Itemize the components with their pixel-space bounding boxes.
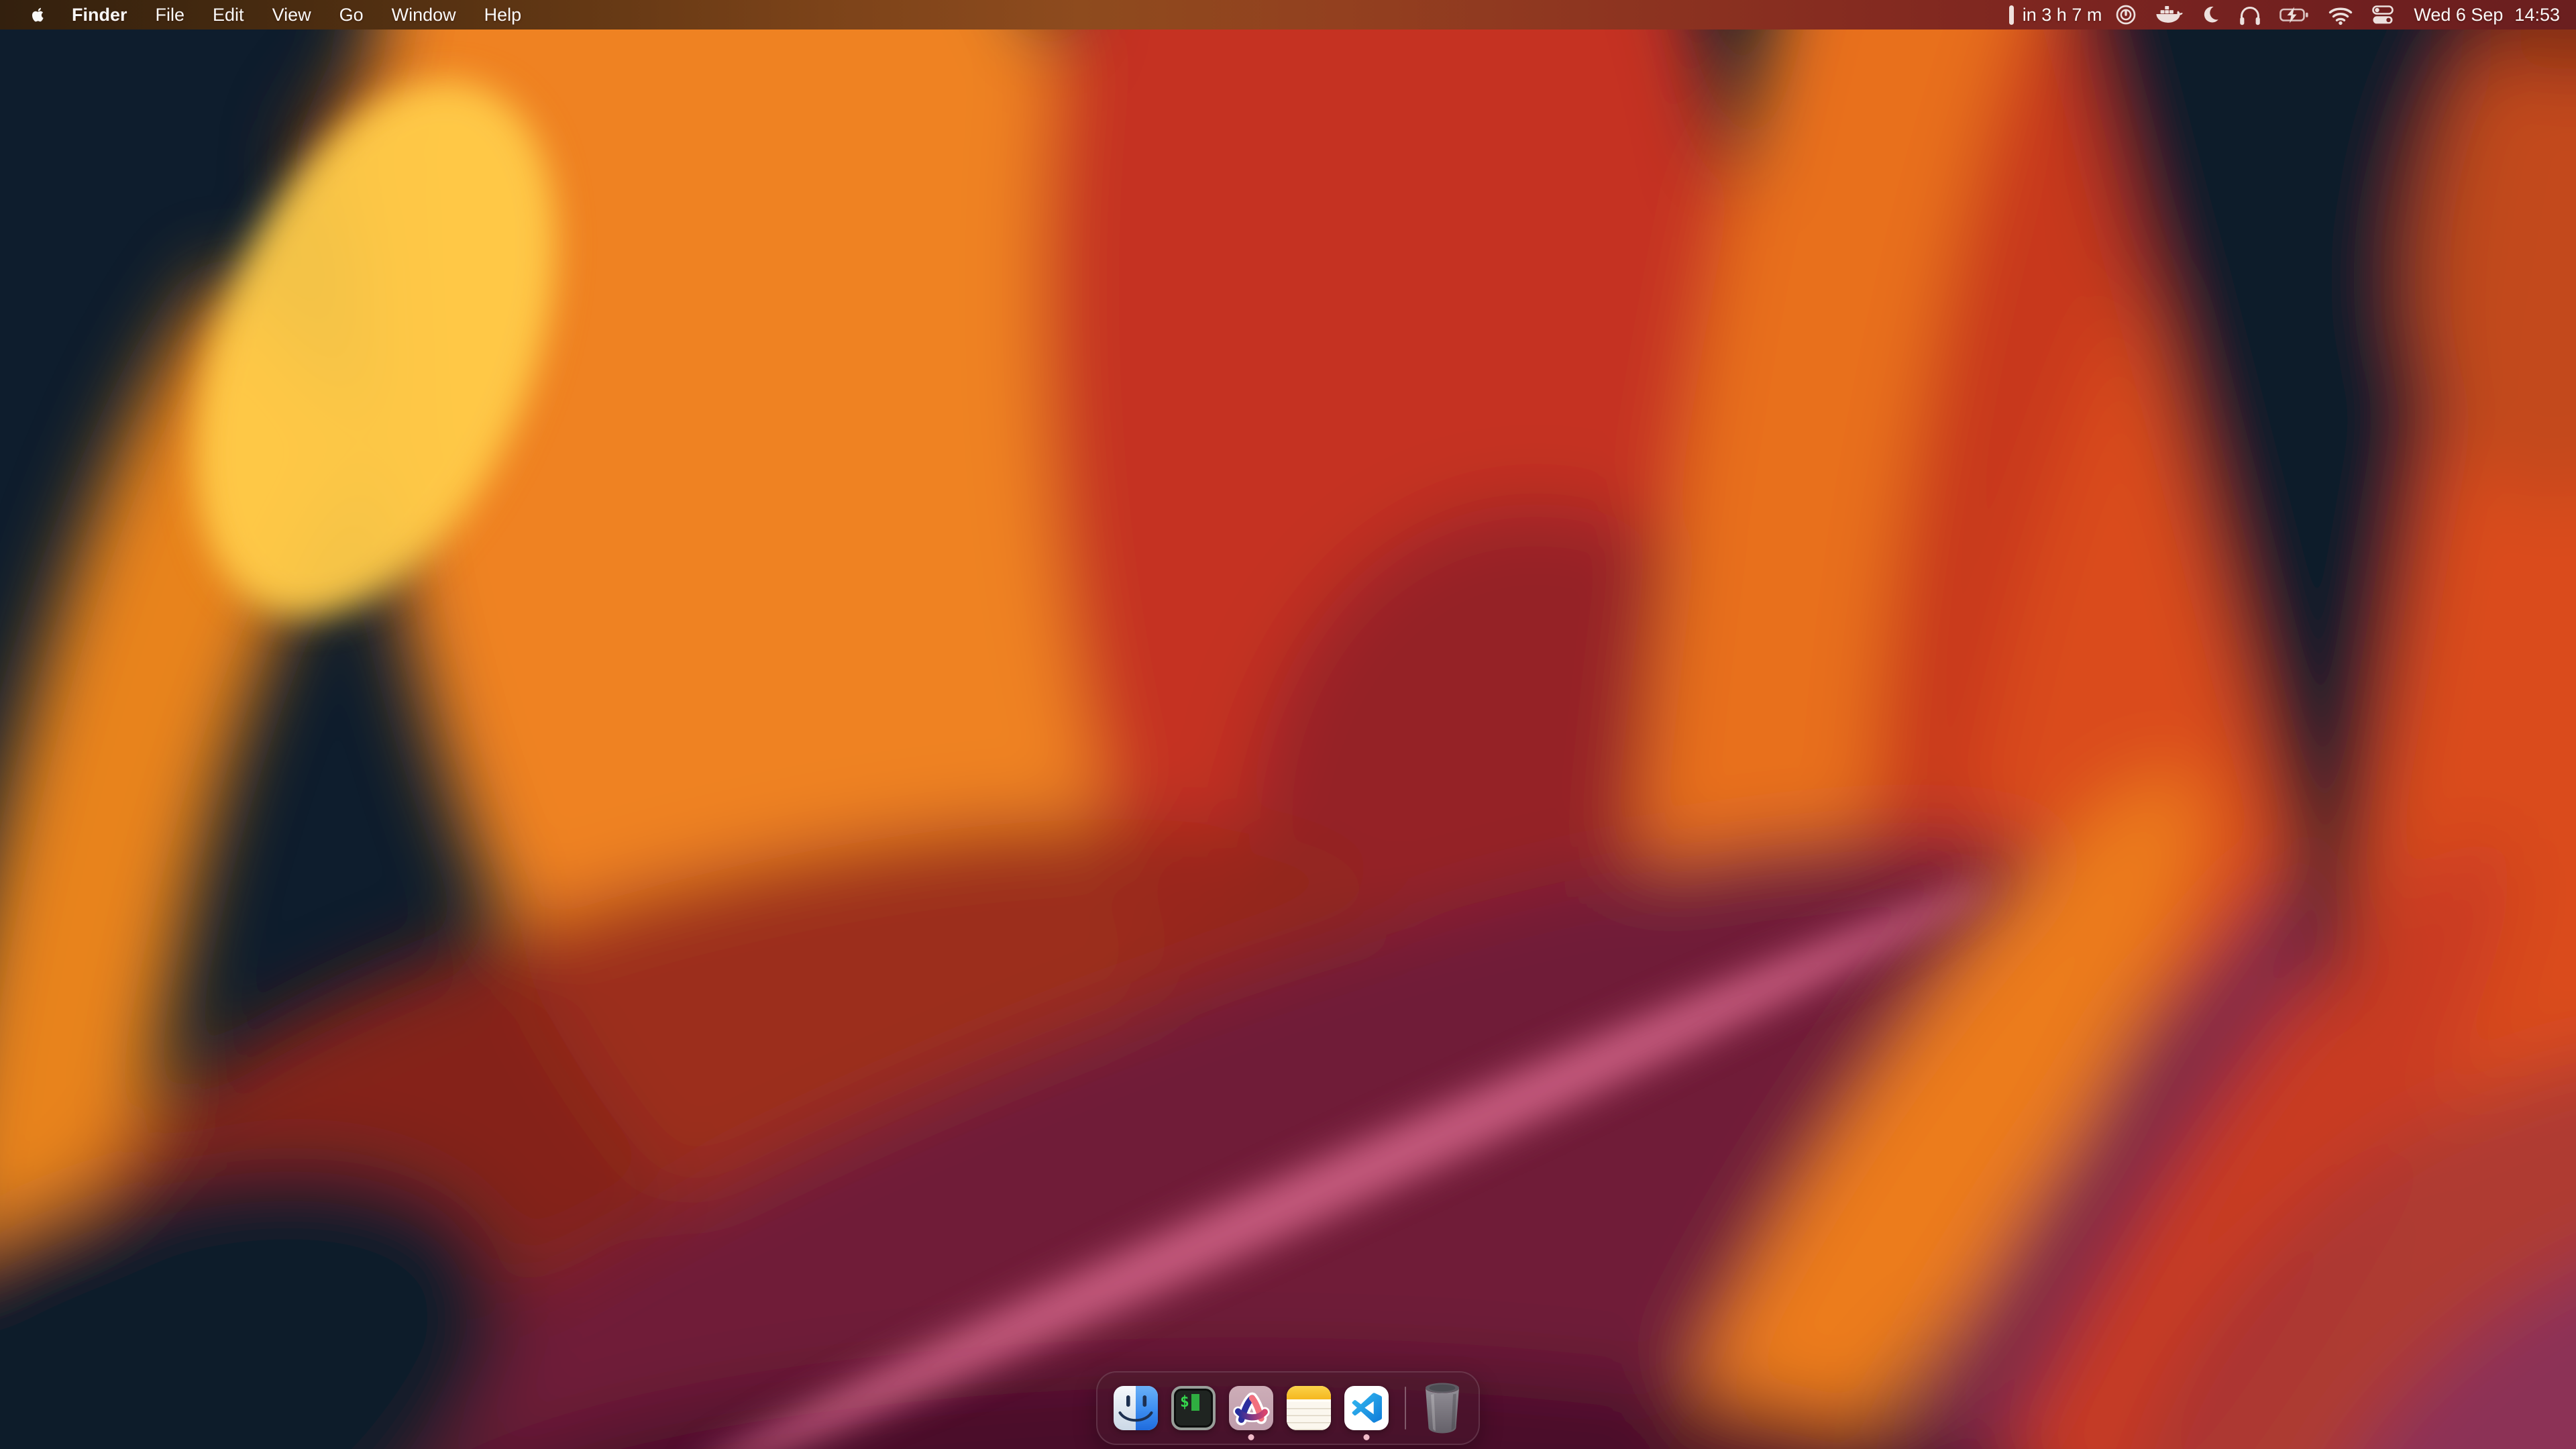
headphones-icon[interactable] xyxy=(2238,0,2262,30)
terminal-screen: $ xyxy=(1180,1394,1199,1411)
menu-item-help[interactable]: Help xyxy=(470,0,536,30)
menu-bar-clock[interactable]: Wed 6 Sep 14:53 xyxy=(2414,5,2560,25)
clock-date: Wed 6 Sep xyxy=(2414,5,2503,25)
notes-yellow-header xyxy=(1287,1386,1331,1399)
menu-bar-left: Finder File Edit View Go Window Help xyxy=(0,0,535,30)
dock: $ xyxy=(1096,1371,1480,1445)
trash-icon xyxy=(1422,1381,1462,1435)
battery-charging-icon[interactable] xyxy=(2279,0,2310,30)
apple-logo-icon xyxy=(28,5,47,24)
running-indicator xyxy=(1364,1434,1370,1440)
menu-item-file[interactable]: File xyxy=(142,0,199,30)
dock-item-vscode[interactable] xyxy=(1344,1386,1389,1430)
menu-item-window[interactable]: Window xyxy=(378,0,470,30)
terminal-cursor xyxy=(1191,1394,1199,1411)
1password-icon[interactable] xyxy=(2114,0,2137,30)
dock-item-arc-browser[interactable] xyxy=(1229,1386,1273,1430)
docker-icon[interactable] xyxy=(2155,0,2183,30)
menu-item-edit[interactable]: Edit xyxy=(199,0,258,30)
focus-moon-icon[interactable] xyxy=(2200,0,2220,30)
notes-ruled-paper xyxy=(1287,1402,1331,1430)
timer-status[interactable]: in 3 h 7 m xyxy=(2009,5,2102,25)
clock-time: 14:53 xyxy=(2514,5,2560,25)
timer-label: in 3 h 7 m xyxy=(2023,5,2102,25)
menu-bar: Finder File Edit View Go Window Help in … xyxy=(0,0,2576,30)
dock-item-notes[interactable] xyxy=(1287,1386,1331,1430)
dock-item-terminal[interactable]: $ xyxy=(1171,1386,1216,1430)
terminal-prompt: $ xyxy=(1180,1395,1189,1410)
finder-face xyxy=(1114,1386,1158,1430)
dock-separator xyxy=(1405,1387,1406,1430)
vscode-logo xyxy=(1351,1393,1382,1424)
running-indicator xyxy=(1248,1434,1254,1440)
menu-bar-status: in 3 h 7 m xyxy=(2009,0,2576,30)
wifi-icon[interactable] xyxy=(2328,0,2353,30)
apple-menu[interactable] xyxy=(17,0,58,30)
dock-item-trash[interactable] xyxy=(1422,1381,1462,1435)
control-center-icon[interactable] xyxy=(2371,0,2395,30)
menu-item-go[interactable]: Go xyxy=(325,0,378,30)
dock-item-finder[interactable] xyxy=(1114,1386,1158,1430)
desktop: Finder File Edit View Go Window Help in … xyxy=(0,0,2576,1449)
menu-item-view[interactable]: View xyxy=(258,0,325,30)
timer-bar-icon xyxy=(2009,5,2014,25)
menu-item-finder[interactable]: Finder xyxy=(58,0,142,30)
arc-logo xyxy=(1229,1386,1273,1430)
wallpaper-ventura xyxy=(0,0,2576,1449)
